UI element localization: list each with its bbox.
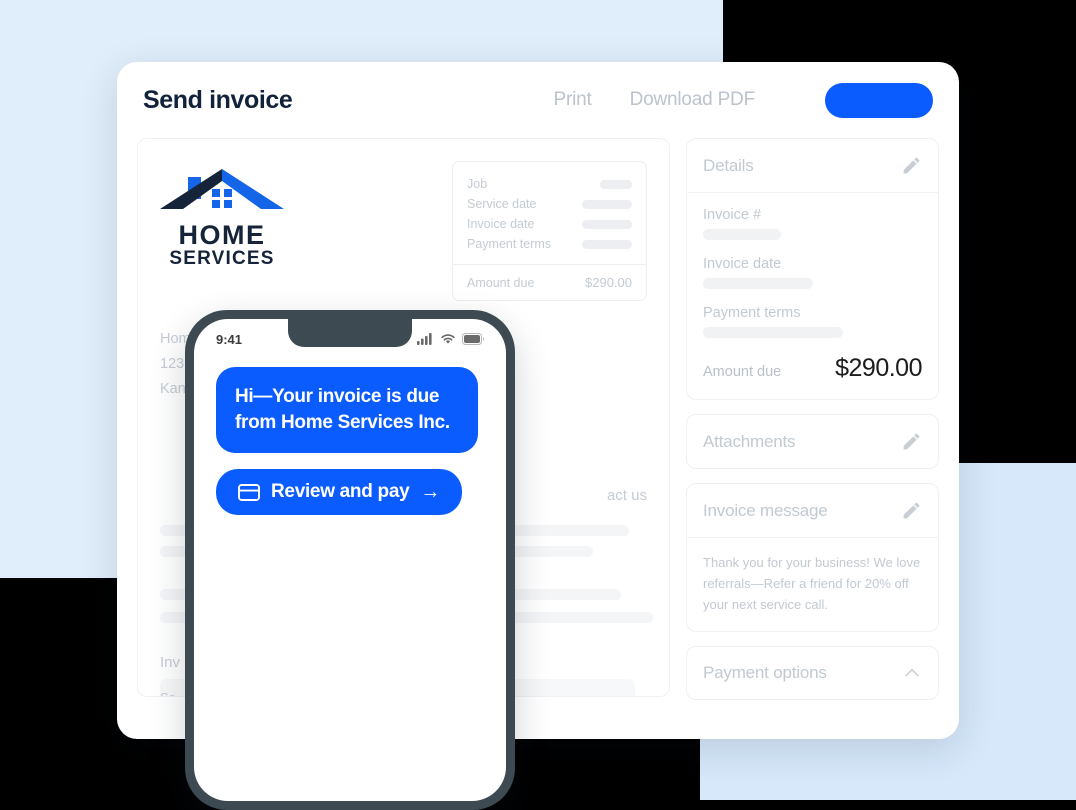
review-and-pay-button[interactable]: Review and pay → [216,469,463,515]
chevron-up-icon[interactable] [902,663,922,683]
summary-value-placeholder [582,199,632,209]
field-value-placeholder [703,327,843,338]
summary-label-invoice-date: Invoice date [467,217,535,231]
send-button[interactable] [825,82,933,118]
field-value-placeholder [703,229,781,240]
payment-options-title: Payment options [703,663,827,682]
credit-card-icon [238,483,260,501]
invoice-summary-rows: Job Service date Invoice date Payment te… [453,162,646,264]
summary-label-service-date: Service date [467,197,537,211]
logo-word-home: HOME [178,220,266,250]
field-value-placeholder [703,278,813,289]
field-invoice-number[interactable]: Invoice # [703,207,922,240]
house-logo-icon [160,169,284,209]
summary-row: Payment terms [467,234,632,254]
invoice-summary-box: Job Service date Invoice date Payment te… [452,161,647,301]
invoice-preview-top: HOME SERVICES Job Service date Invoice d… [160,161,647,301]
invoice-message-card: Invoice message Thank you for your busin… [686,483,939,632]
print-button[interactable]: Print [554,89,592,111]
summary-total-row: Amount due $290.00 [453,265,646,300]
summary-row: Job [467,174,632,194]
summary-total-value: $290.00 [585,275,632,290]
amount-due-row: Amount due $290.00 [703,354,922,383]
summary-label-payment-terms: Payment terms [467,237,552,251]
logo-word-services: SERVICES [169,248,275,270]
download-pdf-button[interactable]: Download PDF [630,89,756,111]
summary-label-job: Job [467,177,488,191]
attachments-card[interactable]: Attachments [686,414,939,469]
contact-us-heading: act us [606,487,647,504]
company-logo: HOME SERVICES [160,161,284,301]
summary-total-label: Amount due [467,275,535,290]
invoice-message-body: Thank you for your business! We love ref… [687,538,938,631]
summary-row: Service date [467,194,632,214]
details-title: Details [703,155,754,175]
status-time: 9:41 [216,331,243,347]
pencil-icon[interactable] [901,500,922,521]
cellular-signal-icon [417,333,432,345]
field-label: Invoice # [703,207,762,223]
attachments-card-header: Attachments [687,415,938,468]
phone-screen: 9:41 Hi—Your invoice is due from Home Se… [194,319,506,801]
phone-mockup: 9:41 Hi—Your invoice is due from Home Se… [185,310,515,810]
battery-icon [462,333,484,345]
field-label: Payment terms [703,305,801,321]
service-section-label: Se [160,690,176,696]
arrow-right-icon: → [420,481,441,503]
amount-due-label: Amount due [703,364,782,380]
field-invoice-date[interactable]: Invoice date [703,256,922,289]
details-card: Details Invoice # Invoice date Payment t… [686,138,939,400]
summary-value-placeholder [600,179,632,189]
status-icons [417,333,484,345]
invoice-sidebar: Details Invoice # Invoice date Payment t… [686,138,939,700]
placeholder-bar [493,612,653,623]
phone-status-bar: 9:41 [194,319,506,359]
details-card-header: Details [687,139,938,192]
window-header: Send invoice Print Download PDF [117,62,959,138]
field-label: Invoice date [703,256,782,272]
header-actions: Print Download PDF [554,82,933,118]
pencil-icon[interactable] [901,155,922,176]
wifi-icon [441,334,455,344]
invoice-message-card-header: Invoice message [687,484,938,537]
payment-options-card[interactable]: Payment options [686,646,939,700]
invoice-message-title: Invoice message [703,500,828,520]
attachments-title: Attachments [703,431,796,451]
details-card-body: Invoice # Invoice date Payment terms Amo… [687,193,938,399]
review-and-pay-label: Review and pay [271,481,410,502]
summary-value-placeholder [582,239,632,249]
summary-row: Invoice date [467,214,632,234]
payment-options-card-header[interactable]: Payment options [687,647,938,699]
invoice-message-text: Thank you for your business! We love ref… [703,555,921,612]
chat-bubble-message: Hi—Your invoice is due from Home Service… [216,367,478,453]
pencil-icon[interactable] [901,431,922,452]
invoice-section-label: Inv [160,654,181,671]
amount-due-value: $290.00 [835,354,922,382]
summary-value-placeholder [582,219,632,229]
field-payment-terms[interactable]: Payment terms [703,305,922,338]
page-title: Send invoice [143,85,293,114]
